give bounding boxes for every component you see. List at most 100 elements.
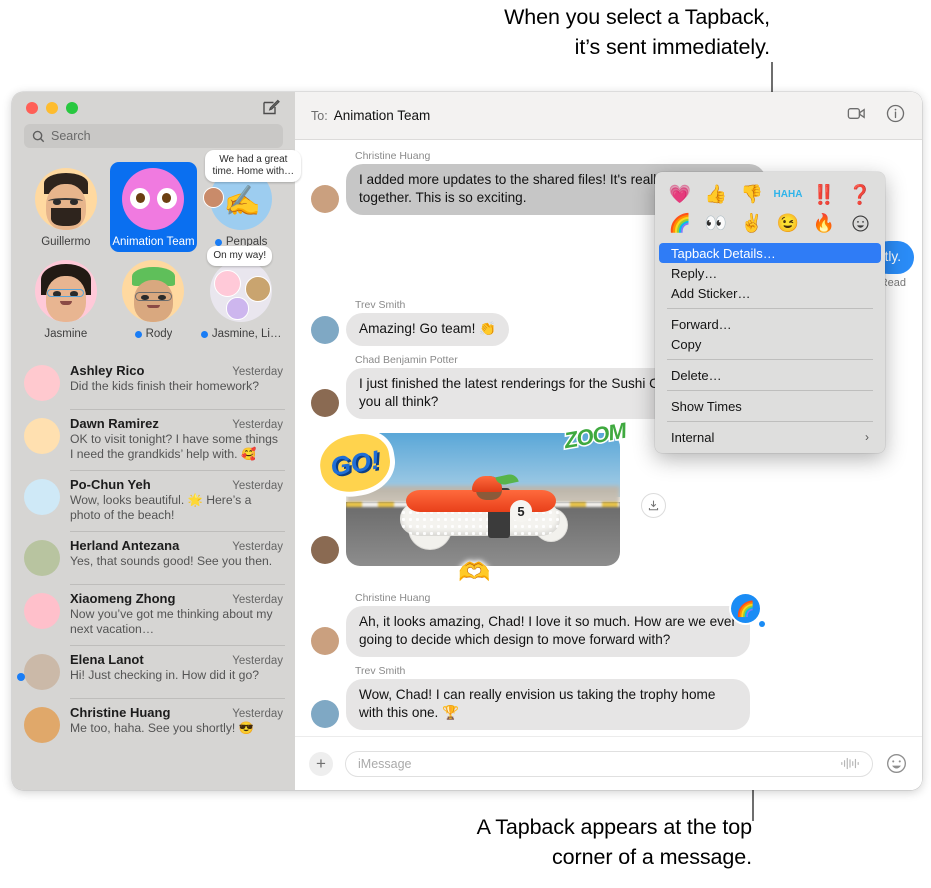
pinned-preview-bubble: We had a great time. Home with… [205,150,302,182]
conversation-time: Yesterday [232,541,283,553]
unread-dot [17,673,25,681]
list-item[interactable]: Christine Huang Yesterday Me too, haha. … [12,698,295,751]
sticker-heart-hands[interactable]: 🫶 [458,557,490,588]
tapback-exclamation[interactable]: ‼️ [806,180,842,209]
photo-attachment[interactable]: 5 GO! ZOOM 🫶 [316,416,666,587]
message-bubble[interactable]: Amazing! Go team! 👏 [346,313,510,346]
list-item[interactable]: Dawn Ramirez Yesterday OK to visit tonig… [12,409,295,470]
conversation-preview: Yes, that sounds good! See you then. [70,554,273,568]
avatar [24,479,60,515]
message-input[interactable]: iMessage [345,750,873,777]
message-sender: Christine Huang [355,150,431,162]
emoji-icon[interactable] [885,752,908,775]
list-item[interactable]: Xiaomeng Zhong Yesterday Now you’ve got … [12,584,295,645]
menu-item-internal-label: Internal [671,429,715,445]
tapback-peace[interactable]: ✌️ [734,209,770,238]
message-bubble[interactable]: Wow, Chad! I can really envision us taki… [346,679,750,730]
audio-waveform-icon[interactable] [840,757,860,770]
message-sender: Trev Smith [355,299,406,311]
message-sender: Trev Smith [355,665,406,677]
menu-divider [667,421,873,422]
conversation-time: Yesterday [232,708,283,720]
conversation-name: Ashley Rico [70,363,145,378]
menu-item-tapback-details[interactable]: Tapback Details… [659,243,881,263]
info-icon[interactable] [885,103,906,129]
list-item[interactable]: Elena Lanot Yesterday Hi! Just checking … [12,645,295,698]
menu-divider [667,308,873,309]
tapback-thumbs-up[interactable]: 👍 [698,180,734,209]
list-item[interactable]: Herland Antezana Yesterday Yes, that sou… [12,531,295,584]
search-input[interactable]: Search [24,124,283,148]
minimize-button[interactable] [46,102,58,114]
avatar [24,365,60,401]
compose-icon[interactable] [261,98,281,118]
menu-item-forward[interactable]: Forward… [659,314,881,334]
avatar [311,627,339,655]
conversation-preview: Wow, looks beautiful. 🌟 Here’s a photo o… [70,493,252,522]
tapback-thumbs-down[interactable]: 👎 [734,180,770,209]
tapback-haha[interactable]: HAHA [770,180,806,209]
menu-item-reply[interactable]: Reply… [659,263,881,283]
avatar [24,654,60,690]
pinned-preview-bubble: On my way! [207,246,273,266]
avatar [24,418,60,454]
menu-item-internal[interactable]: Internal › [659,427,881,447]
more-emoji-icon[interactable] [842,209,878,238]
sidebar: Search Guillermo Animation Team We had a… [12,92,302,790]
menu-divider [667,359,873,360]
tapback-wink[interactable]: 😉 [770,209,806,238]
conversation-name: Christine Huang [70,705,171,720]
sushi-car: 5 [384,472,580,550]
message-bubble[interactable]: Ah, it looks amazing, Chad! I love it so… [346,606,750,657]
list-item[interactable]: Ashley Rico Yesterday Did the kids finis… [12,356,295,409]
conversation-name: Dawn Ramirez [70,416,159,431]
menu-item-add-sticker[interactable]: Add Sticker… [659,283,881,303]
search-placeholder: Search [51,129,91,143]
tapback-heart[interactable]: 💗 [662,180,698,209]
tapback-badge[interactable]: 🌈 [731,594,765,627]
message-sender: Christine Huang [355,592,431,604]
message-row: Trev Smith Wow, Chad! I can really envis… [295,661,922,734]
pinned-conversations: Guillermo Animation Team We had a great … [12,150,302,354]
pinned-item-label: Guillermo [41,236,91,248]
pinned-item-jasmine[interactable]: Jasmine [22,254,110,344]
message-row: Christine Huang Ah, it looks amazing, Ch… [295,588,922,661]
tapback-question[interactable]: ❓ [842,180,878,209]
close-button[interactable] [26,102,38,114]
conversation-header: To: Animation Team [295,92,922,140]
pinned-item-animation-team[interactable]: Animation Team [109,162,198,252]
tapback-fire[interactable]: 🔥 [806,209,842,238]
conversation-preview: Hi! Just checking in. How did it go? [70,668,259,682]
conversation-time: Yesterday [232,366,283,378]
menu-divider [667,390,873,391]
search-icon [32,130,45,143]
avatar [311,185,339,213]
list-item[interactable]: Po-Chun Yeh Yesterday Wow, looks beautif… [12,470,295,531]
avatar [24,593,60,629]
facetime-video-icon[interactable] [846,103,867,129]
plus-icon[interactable]: + [309,751,333,776]
download-icon[interactable] [641,493,666,518]
pinned-item-label: Jasmine, Li… [200,328,281,340]
pinned-item-guillermo[interactable]: Guillermo [22,162,110,252]
menu-item-show-times[interactable]: Show Times [659,396,881,416]
avatar [311,536,339,564]
avatar [24,707,60,743]
avatar [34,260,97,322]
context-menu[interactable]: 💗 👍 👎 HAHA ‼️ ❓ 🌈 👀 ✌️ 😉 🔥 Tapback Detai… [655,172,885,453]
pinned-item-rody[interactable]: Rody [110,254,198,344]
zoom-button[interactable] [66,102,78,114]
conversation-time: Yesterday [232,594,283,606]
recipient-name[interactable]: Animation Team [334,108,431,123]
tapback-eyes[interactable]: 👀 [698,209,734,238]
pinned-item-penpals[interactable]: We had a great time. Home with… ✍️ Penpa… [197,150,302,252]
tapback-rainbow[interactable]: 🌈 [662,209,698,238]
pinned-item-jasmine-group[interactable]: On my way! Jasmine, Li… [197,246,285,344]
conversation-time: Yesterday [232,655,283,667]
traffic-lights [26,102,78,114]
menu-item-delete[interactable]: Delete… [659,365,881,385]
menu-item-copy[interactable]: Copy [659,334,881,354]
conversation-name: Herland Antezana [70,538,180,553]
callout-top: When you select a Tapback, it’s sent imm… [300,2,770,62]
pinned-item-label: Jasmine [44,328,88,340]
